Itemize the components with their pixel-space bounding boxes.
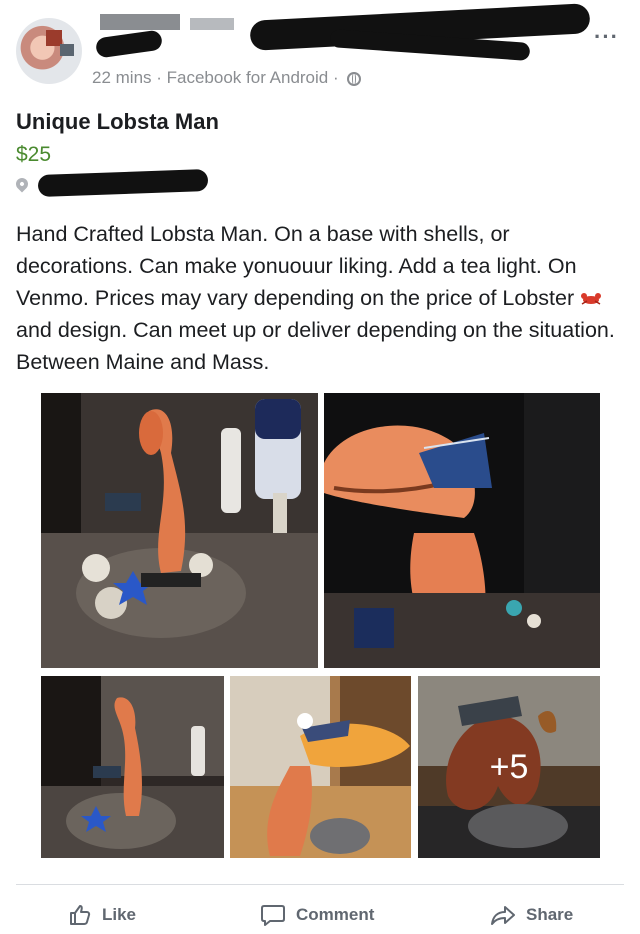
like-label: Like <box>102 905 137 924</box>
location-pin-icon <box>13 175 31 193</box>
more-photos-tile[interactable]: +5 <box>418 676 600 858</box>
like-icon <box>70 905 91 925</box>
listing-photo[interactable] <box>230 676 411 858</box>
share-icon <box>491 906 515 925</box>
post-meta: 22 mins · Facebook for Android · <box>92 68 362 88</box>
listing-title: Unique Lobsta Man <box>16 109 219 134</box>
share-label: Share <box>526 905 574 924</box>
lobster-emoji <box>581 293 602 305</box>
post-source: Facebook for Android <box>166 68 329 87</box>
divider <box>16 884 624 885</box>
listing-photo[interactable] <box>41 676 224 858</box>
more-icon[interactable]: ··· <box>594 24 619 50</box>
listing-photo[interactable] <box>324 393 600 668</box>
like-button[interactable]: Like <box>68 900 136 930</box>
redacted-name <box>100 14 180 30</box>
globe-icon <box>347 72 362 86</box>
more-photos-count[interactable]: +5 <box>418 676 600 858</box>
comment-icon <box>261 905 285 926</box>
redaction-mark <box>94 29 164 59</box>
redacted-name <box>190 18 234 30</box>
redacted-location <box>37 169 209 197</box>
comment-button[interactable]: Comment <box>260 900 374 930</box>
share-button[interactable]: Share <box>490 900 573 930</box>
timestamp[interactable]: 22 mins <box>92 68 152 87</box>
post-header: ··· 22 mins · Facebook for Android · <box>0 0 640 100</box>
listing-description: Hand Crafted Lobsta Man. On a base with … <box>16 222 615 374</box>
comment-label: Comment <box>296 905 375 924</box>
avatar[interactable] <box>16 18 82 84</box>
listing-photo[interactable] <box>41 393 318 668</box>
listing-price: $25 <box>16 143 52 166</box>
